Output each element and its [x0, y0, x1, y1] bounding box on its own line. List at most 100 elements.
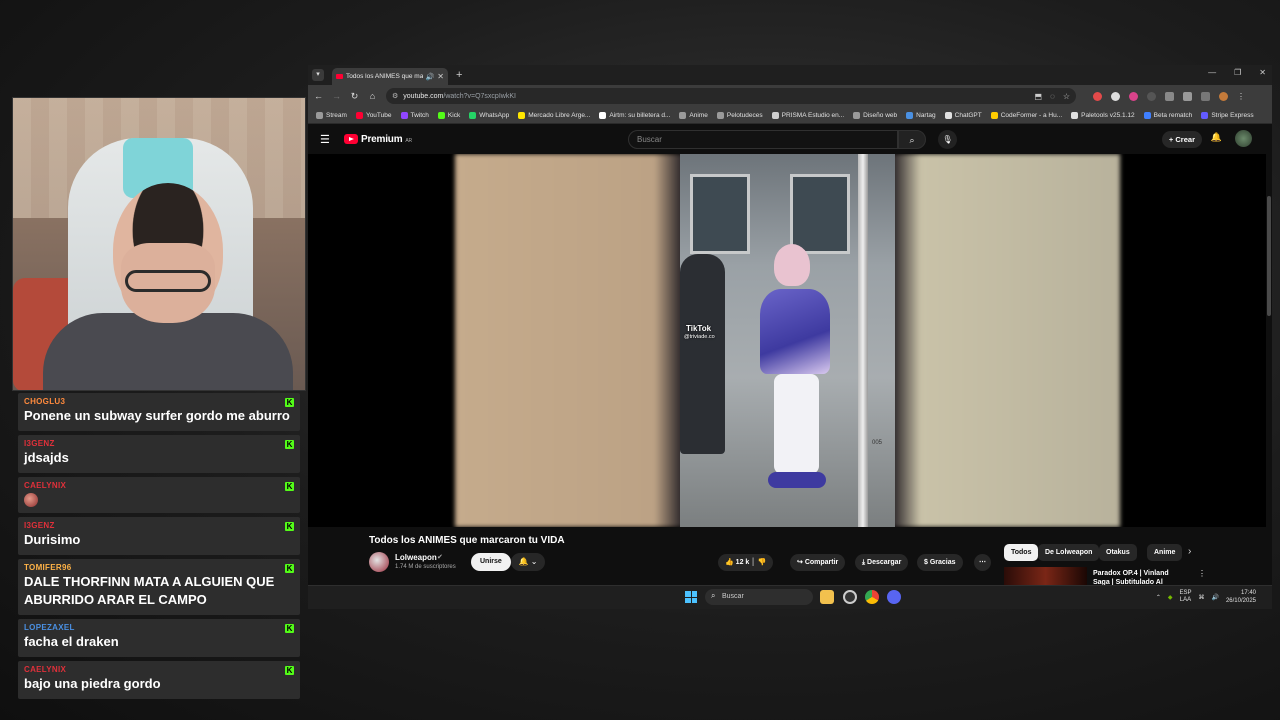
microphone-icon[interactable]: 🎙 [938, 130, 957, 149]
chevron-up-icon[interactable]: ⌃ [1156, 594, 1161, 601]
extension-pink-icon[interactable] [1129, 91, 1138, 101]
bookmark-item[interactable]: Stream [316, 111, 347, 119]
page-scrollbar[interactable] [1266, 124, 1272, 609]
tab-title: Todos los ANIMES que ma... [346, 73, 423, 80]
share-label: Compartir [804, 559, 839, 566]
hamburger-menu-icon[interactable]: ☰ [320, 133, 334, 146]
language-indicator[interactable]: ESP LAA [1179, 590, 1191, 604]
clock[interactable]: 17:40 26/10/2025 [1226, 589, 1256, 605]
eye-off-icon[interactable]: ◌ [1050, 92, 1055, 101]
bookmark-favicon-icon [316, 111, 323, 119]
bookmark-item[interactable]: WhatsApp [469, 111, 509, 119]
kick-badge-icon: K [285, 482, 294, 491]
profile-avatar[interactable] [1219, 91, 1228, 101]
bookmark-label: Stream [326, 111, 347, 119]
windows-taskbar: Buscar ⌕ ⌃ ◆ ESP LAA ⌘ 🔊 17:40 26/10/202… [308, 585, 1272, 609]
bookmark-item[interactable]: Mercado Libre Arge... [518, 111, 590, 119]
extension-white-icon[interactable] [1111, 91, 1120, 101]
bookmark-item[interactable]: Beta rematch [1143, 111, 1192, 119]
extension-red-icon[interactable] [1093, 91, 1102, 101]
kick-badge-icon: K [285, 440, 294, 449]
address-bar[interactable]: ⚙ youtube.com/watch?v=Q7sxcpIwkKI ⬒ ◌ ☆ [386, 88, 1076, 104]
file-explorer-icon[interactable] [820, 590, 834, 604]
youtube-premium-logo[interactable]: Premium AR [344, 134, 412, 145]
seat-number: 005 [872, 440, 883, 446]
back-icon[interactable]: ← [314, 91, 323, 101]
windows-start-icon[interactable] [685, 591, 697, 603]
browser-toolbar: ← → ↻ ⌂ ⚙ youtube.com/watch?v=Q7sxcpIwkK… [308, 85, 1272, 107]
chip-otakus[interactable]: Otakus [1099, 544, 1137, 561]
obs-icon[interactable] [843, 590, 857, 604]
chat-text: Ponene un subway surfer gordo me aburro [24, 408, 290, 423]
chrome-icon[interactable] [865, 590, 879, 604]
volume-icon[interactable]: 🔊 [1211, 594, 1218, 601]
bookmark-item[interactable]: Anime [679, 111, 708, 119]
network-icon[interactable]: ⌘ [1198, 594, 1204, 601]
bookmark-item[interactable]: PRISMA Estudio en... [771, 111, 845, 119]
discord-icon[interactable] [887, 590, 901, 604]
like-dislike-button[interactable]: 👍 12 k │ 👎 [718, 554, 774, 571]
bookmark-label: Diseño web [863, 111, 898, 119]
chip-todos[interactable]: Todos [1004, 544, 1039, 561]
channel-name[interactable]: Lolweapon [395, 553, 437, 562]
downloads-icon[interactable] [1201, 91, 1210, 101]
bookmark-item[interactable]: YouTube [355, 111, 392, 119]
channel-avatar[interactable] [369, 552, 389, 572]
tab-youtube[interactable]: Todos los ANIMES que ma... 🔊 ✕ [332, 68, 448, 85]
share-button[interactable]: ↪ Compartir [790, 554, 846, 571]
tab-bar: ▾ Todos los ANIMES que ma... 🔊 ✕ + — ❐ ✕ [308, 65, 1272, 85]
chat-username: CAELYNIX [24, 481, 67, 490]
tiktok-handle: @triviade.co [684, 334, 715, 340]
thanks-button[interactable]: $ Gracias [917, 554, 963, 571]
minimize-icon[interactable]: — [1208, 68, 1216, 77]
close-tab-icon[interactable]: ✕ [437, 72, 444, 81]
scrollbar-thumb[interactable] [1267, 196, 1271, 316]
clock-time: 17:40 [1240, 590, 1256, 596]
bookmark-item[interactable]: Diseño web [853, 111, 898, 119]
account-avatar[interactable] [1235, 130, 1252, 147]
extension-dark-icon[interactable] [1147, 91, 1156, 101]
bookmark-label: PRISMA Estudio en... [781, 111, 845, 119]
chevron-right-icon[interactable]: › [1188, 546, 1191, 557]
bookmark-item[interactable]: CodeFormer - a Hu... [990, 111, 1062, 119]
speaker-icon[interactable]: 🔊 [426, 73, 435, 81]
more-actions-icon[interactable]: ⋯ [974, 554, 991, 571]
youtube-search-input[interactable]: Buscar [628, 130, 898, 149]
bookmark-item[interactable]: Kick [437, 111, 460, 119]
bookmark-item[interactable]: Stripe Express [1201, 111, 1254, 119]
chip-de-lolweapon[interactable]: De Lolweapon [1038, 544, 1100, 561]
bookmark-item[interactable]: ChatGPT [944, 111, 982, 119]
search-icon[interactable]: ⌕ [898, 130, 926, 149]
chat-username: CAELYNIX [24, 665, 67, 674]
notifications-bell-icon[interactable]: 🔔 [1211, 132, 1222, 143]
bookmark-item[interactable]: Twitch [400, 111, 429, 119]
recommended-menu-icon[interactable]: ⋮ [1198, 569, 1206, 578]
join-button[interactable]: Unirse [471, 553, 511, 571]
media-icon[interactable] [1183, 91, 1192, 101]
menu-kebab-icon[interactable]: ⋮ [1237, 92, 1246, 101]
bookmark-item[interactable]: Pelotudeces [716, 111, 763, 119]
video-player[interactable]: TikTok @triviade.co 005 [308, 154, 1272, 527]
taskbar-search[interactable]: Buscar [705, 589, 813, 605]
bookmark-item[interactable]: Paletools v25.1.12 [1071, 111, 1135, 119]
reload-icon[interactable]: ↻ [350, 91, 359, 102]
install-icon[interactable]: ⬒ [1035, 92, 1043, 101]
close-window-icon[interactable]: ✕ [1259, 68, 1266, 77]
bookmark-item[interactable]: Airtm: su billetera d... [599, 111, 670, 119]
site-info-icon[interactable]: ⚙ [392, 92, 398, 100]
tab-search-icon[interactable]: ▾ [312, 69, 324, 81]
url-host: youtube.com [403, 92, 444, 100]
home-icon[interactable]: ⌂ [368, 91, 377, 101]
forward-icon[interactable]: → [332, 91, 341, 101]
bookmark-item[interactable]: Nartag [906, 111, 936, 119]
subscription-bell-button[interactable]: 🔔 ⌄ [511, 553, 545, 571]
omnibox-actions: ⬒ ◌ ☆ [1035, 92, 1071, 101]
bookmark-star-icon[interactable]: ☆ [1063, 92, 1070, 101]
chip-anime[interactable]: Anime [1147, 544, 1183, 561]
create-button[interactable]: + Crear [1161, 131, 1202, 148]
download-button[interactable]: ⤓ Descargar [855, 554, 909, 571]
extensions-puzzle-icon[interactable] [1165, 91, 1174, 101]
new-tab-button[interactable]: + [456, 69, 462, 81]
maximize-icon[interactable]: ❐ [1234, 68, 1241, 77]
nvidia-icon[interactable]: ◆ [1168, 594, 1173, 601]
